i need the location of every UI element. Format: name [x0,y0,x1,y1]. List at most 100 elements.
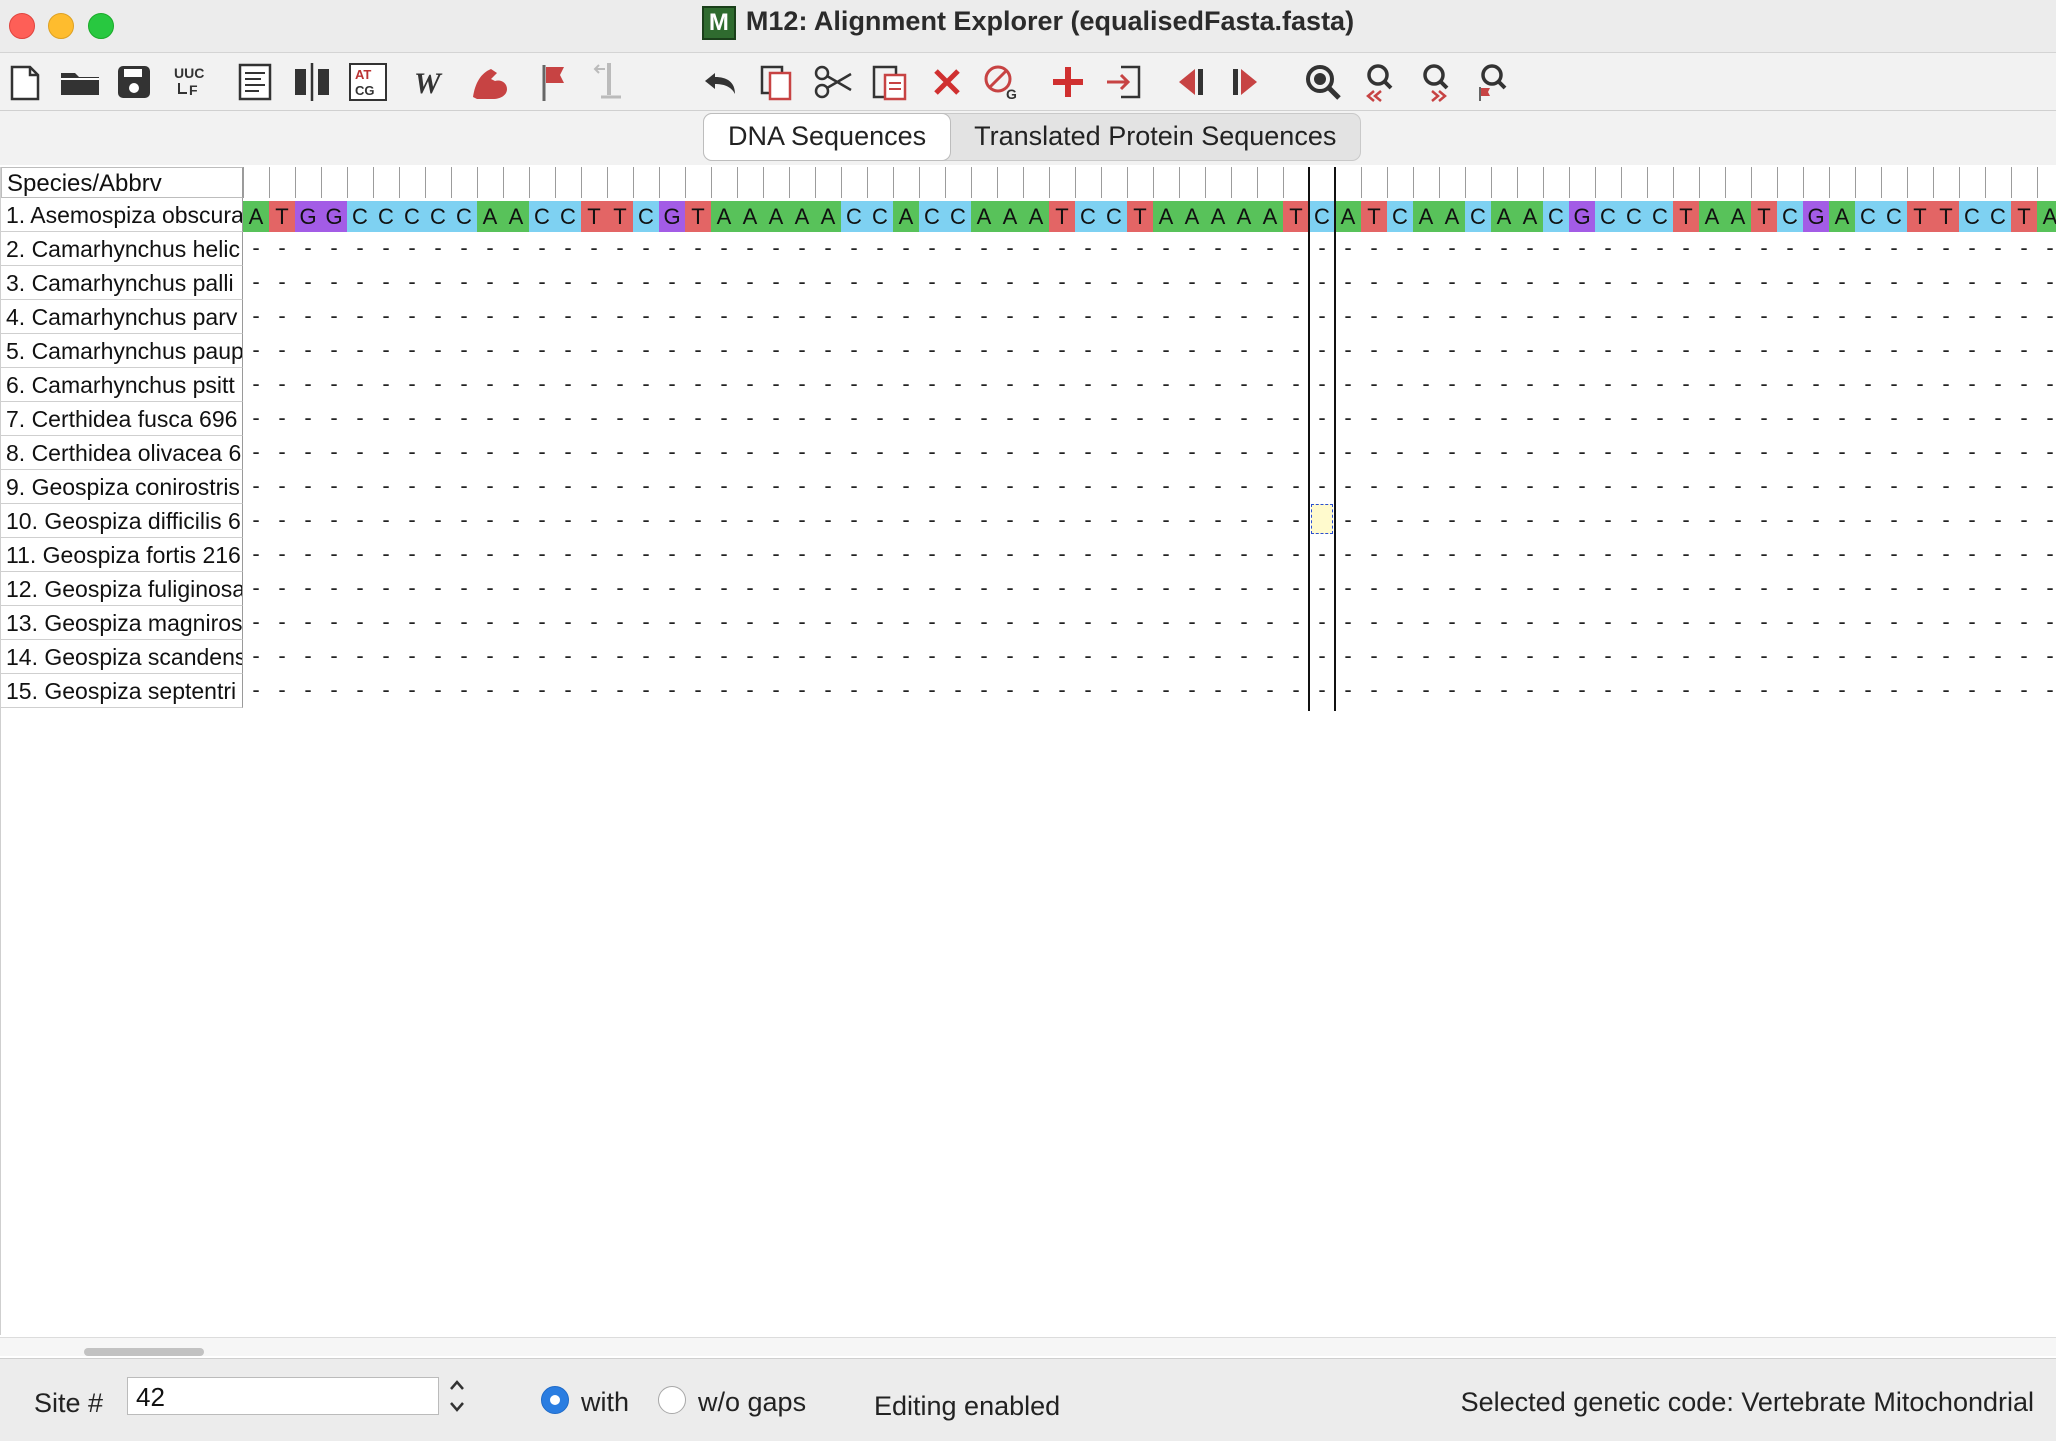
gap-cell[interactable]: - [1725,436,1751,470]
gap-cell[interactable]: - [789,266,815,300]
gap-cell[interactable]: - [1673,674,1699,708]
gap-cell[interactable]: - [1283,300,1309,334]
gap-cell[interactable]: - [1699,572,1725,606]
gap-cell[interactable]: - [815,368,841,402]
gap-cell[interactable]: - [1881,266,1907,300]
gap-cell[interactable]: - [1855,368,1881,402]
gap-cell[interactable]: - [1621,232,1647,266]
gap-cell[interactable]: - [269,504,295,538]
gap-cell[interactable]: - [633,572,659,606]
gap-cell[interactable]: - [1309,334,1335,368]
gap-cell[interactable]: - [503,470,529,504]
gap-cell[interactable]: - [1491,606,1517,640]
muscle-arm-icon[interactable] [465,57,515,107]
gap-cell[interactable]: - [1569,470,1595,504]
gap-cell[interactable]: - [633,300,659,334]
gap-cell[interactable]: - [1075,470,1101,504]
gap-cell[interactable]: - [1933,402,1959,436]
gap-cell[interactable]: - [321,538,347,572]
gap-cell[interactable]: - [1543,300,1569,334]
gap-cell[interactable]: - [1465,232,1491,266]
gap-cell[interactable]: - [1309,606,1335,640]
gap-cell[interactable]: - [347,266,373,300]
gap-cell[interactable]: - [555,640,581,674]
gap-cell[interactable]: - [633,470,659,504]
gap-cell[interactable]: - [1231,266,1257,300]
gap-cell[interactable]: - [1491,640,1517,674]
tab-dna-sequences[interactable]: DNA Sequences [704,114,951,160]
gap-cell[interactable]: - [841,640,867,674]
gap-cell[interactable]: - [347,572,373,606]
mark-site-icon[interactable] [585,57,635,107]
gap-cell[interactable]: - [1283,402,1309,436]
column-header-cell[interactable] [1413,167,1439,198]
gap-cell[interactable]: - [1855,572,1881,606]
gap-cell[interactable]: - [373,368,399,402]
gap-cell[interactable]: - [1803,640,1829,674]
column-header-cell[interactable] [1127,167,1153,198]
base-cell[interactable]: C [919,201,945,232]
gap-cell[interactable]: - [893,538,919,572]
species-name-row[interactable]: 10. Geospiza difficilis 6 [1,504,243,538]
gap-cell[interactable]: - [1205,504,1231,538]
gap-cell[interactable]: - [1049,538,1075,572]
base-cell[interactable]: C [373,201,399,232]
gap-cell[interactable]: - [1647,640,1673,674]
base-cell[interactable]: T [1907,201,1933,232]
gap-cell[interactable]: - [867,470,893,504]
gap-cell[interactable]: - [919,436,945,470]
gap-cell[interactable]: - [529,368,555,402]
column-header-cell[interactable] [1699,167,1725,198]
gap-cell[interactable]: - [1751,538,1777,572]
gap-cell[interactable]: - [1283,538,1309,572]
gap-cell[interactable]: - [1101,402,1127,436]
gap-cell[interactable]: - [841,504,867,538]
column-header-cell[interactable] [2037,167,2056,198]
gap-cell[interactable]: - [1465,334,1491,368]
gap-cell[interactable]: - [607,538,633,572]
gap-cell[interactable]: - [1543,606,1569,640]
base-cell[interactable]: G [321,201,347,232]
gap-cell[interactable]: - [1335,674,1361,708]
gap-cell[interactable]: - [1309,232,1335,266]
gap-cell[interactable]: - [1907,300,1933,334]
gap-cell[interactable]: - [1985,640,2011,674]
gap-cell[interactable]: - [1049,232,1075,266]
gap-cell[interactable]: - [529,606,555,640]
gap-cell[interactable]: - [1257,606,1283,640]
gap-cell[interactable]: - [503,572,529,606]
gap-cell[interactable]: - [789,436,815,470]
gap-cell[interactable]: - [1075,402,1101,436]
gap-cell[interactable]: - [1959,402,1985,436]
gap-cell[interactable]: - [1673,266,1699,300]
gap-cell[interactable]: - [1595,232,1621,266]
gap-cell[interactable]: - [945,266,971,300]
gap-cell[interactable]: - [529,572,555,606]
gap-cell[interactable]: - [1283,674,1309,708]
gap-cell[interactable]: - [841,300,867,334]
gap-cell[interactable]: - [685,504,711,538]
column-header-cell[interactable] [425,167,451,198]
gap-cell[interactable]: - [1413,504,1439,538]
gap-cell[interactable]: - [659,538,685,572]
gap-cell[interactable]: - [1231,402,1257,436]
gap-cell[interactable]: - [1543,674,1569,708]
species-name-row[interactable]: 12. Geospiza fuliginosa [1,572,243,606]
gap-cell[interactable]: - [1647,232,1673,266]
gap-cell[interactable]: - [2011,368,2037,402]
gap-cell[interactable]: - [841,606,867,640]
gap-cell[interactable]: - [373,300,399,334]
gap-cell[interactable]: - [789,504,815,538]
gap-cell[interactable]: - [1179,640,1205,674]
gap-cell[interactable]: - [1725,470,1751,504]
column-header-cell[interactable] [243,167,269,198]
gap-cell[interactable]: - [1361,334,1387,368]
gap-cell[interactable]: - [1023,674,1049,708]
column-header-cell[interactable] [1257,167,1283,198]
gap-cell[interactable]: - [1283,470,1309,504]
gap-cell[interactable]: - [1517,334,1543,368]
gap-cell[interactable]: - [1855,402,1881,436]
gap-cell[interactable]: - [373,470,399,504]
gap-cell[interactable]: - [1829,334,1855,368]
gap-cell[interactable]: - [2011,470,2037,504]
